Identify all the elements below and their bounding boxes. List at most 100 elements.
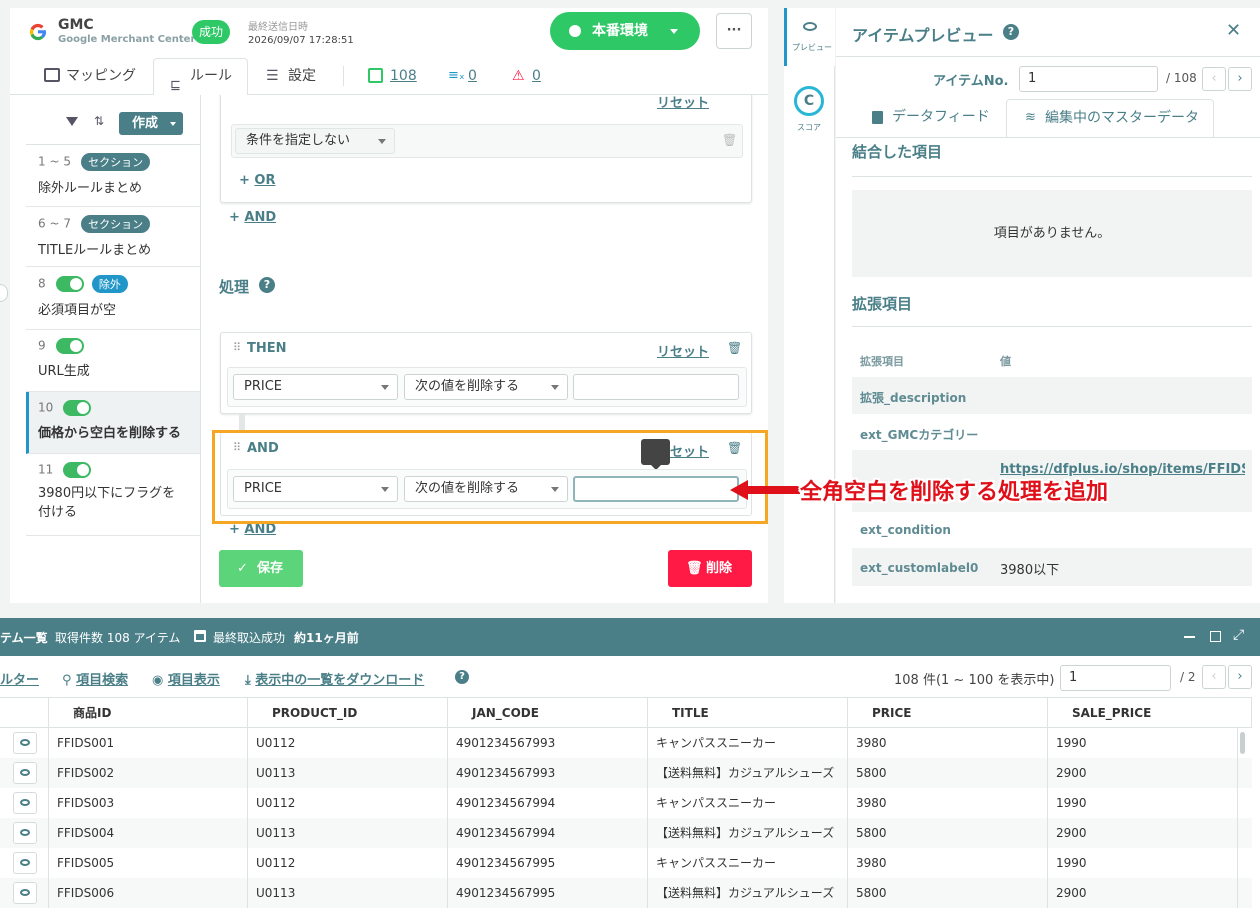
grid-header-cell[interactable]: SALE_PRICE <box>1048 698 1252 728</box>
preview-row-button[interactable] <box>13 822 37 844</box>
table-row[interactable]: FFIDS006 U0113 4901234567995 【送料無料】カジュアルシュー… <box>0 878 1252 908</box>
drag-handle-icon[interactable]: ⠿ <box>233 341 241 354</box>
grid-header-cell[interactable]: 商品ID <box>49 698 248 728</box>
rule-item-3[interactable]: 8 除外 必須項目が空 <box>26 267 200 330</box>
show-items-label: 項目表示 <box>167 673 220 688</box>
table-cell: 4901234567994 <box>448 818 648 848</box>
minimize-icon[interactable] <box>1184 636 1195 638</box>
help-icon[interactable]: ? <box>455 670 469 684</box>
trash-icon: 🗑 <box>686 561 703 576</box>
table-cell: 【送料無料】カジュアルシューズ <box>648 758 848 788</box>
tab-mapping-label: マッピング <box>66 68 136 84</box>
add-and-link-2[interactable]: + AND <box>229 522 276 537</box>
item-no-input[interactable]: 1 <box>1019 66 1158 92</box>
table-row[interactable]: FFIDS004 U0113 4901234567994 【送料無料】カジュアルシュー… <box>0 818 1252 848</box>
table-row[interactable]: FFIDS001 U0112 4901234567993 キャンパススニーカー 3980… <box>0 728 1252 758</box>
trash-icon[interactable]: 🗑 <box>727 341 742 355</box>
more-button[interactable]: ··· <box>716 13 752 49</box>
preview-row-button[interactable] <box>13 732 37 754</box>
rule-item-2[interactable]: 6 ~ 7 セクション TITLEルールまとめ <box>26 207 200 267</box>
table-row[interactable]: FFIDS005 U0112 4901234567995 キャンパススニーカー 3980… <box>0 848 1252 878</box>
field-select[interactable]: PRICE <box>233 374 398 400</box>
delete-button[interactable]: 🗑 削除 <box>668 550 752 587</box>
table-row[interactable]: FFIDS003 U0112 4901234567994 キャンパススニーカー 3980… <box>0 788 1252 818</box>
download-link[interactable]: ⤓ 表示中の一覧をダウンロード <box>245 669 424 688</box>
expand-icon[interactable]: ⤢ <box>1233 627 1244 643</box>
last-sent-label: 最終送信日時 <box>248 22 308 33</box>
table-cell: U0112 <box>248 848 448 878</box>
grid-header-cell[interactable]: TITLE <box>648 698 848 728</box>
tab-rule[interactable]: ⊑ ルール <box>153 58 248 95</box>
help-icon[interactable]: ? <box>1003 24 1019 40</box>
environment-button[interactable]: 本番環境 <box>550 12 700 50</box>
grid-header-cell[interactable]: PRICE <box>848 698 1048 728</box>
help-icon[interactable]: ? <box>259 277 275 293</box>
rail-preview-tab[interactable]: プレビュー <box>784 8 835 66</box>
rule-item-4[interactable]: 9 URL生成 <box>26 330 200 392</box>
prev-item-button[interactable]: ‹ <box>1202 67 1226 91</box>
next-item-button[interactable]: › <box>1228 67 1252 91</box>
table-cell: 1990 <box>1048 788 1238 818</box>
rail-score-tab[interactable]: C スコア <box>784 80 835 136</box>
condition-reset-link[interactable]: リセット <box>657 95 709 111</box>
filter-icon[interactable] <box>66 117 78 126</box>
preview-row-button[interactable] <box>13 762 37 784</box>
rule-enabled-toggle[interactable] <box>63 400 92 416</box>
table-cell: 4901234567993 <box>448 758 648 788</box>
search-items-link[interactable]: ⚲ 項目検索 <box>62 669 128 688</box>
sort-icon[interactable]: ⇅ <box>94 114 104 128</box>
restore-icon[interactable] <box>1210 631 1221 642</box>
preview-row-button[interactable] <box>13 792 37 814</box>
table-cell: キャンパススニーカー <box>648 788 848 818</box>
rule-enabled-toggle[interactable] <box>63 462 92 478</box>
empty-state-box: 項目がありません。 <box>852 190 1252 277</box>
then-row: PRICE 次の値を削除する <box>227 367 747 407</box>
rule-name: TITLEルールまとめ <box>38 243 152 258</box>
save-button[interactable]: ✓ 保存 <box>219 550 303 587</box>
value-input[interactable] <box>573 374 739 400</box>
tab-datafeed[interactable]: データフィード <box>852 100 1002 136</box>
add-and-link-1[interactable]: + AND <box>229 210 276 225</box>
table-cell: 2900 <box>1048 818 1238 848</box>
rule-enabled-toggle[interactable] <box>55 276 84 292</box>
rule-enabled-toggle[interactable] <box>55 338 84 354</box>
chevron-down-icon <box>378 139 386 144</box>
page-input[interactable]: 1 <box>1060 665 1171 691</box>
preview-row-button[interactable] <box>13 882 37 904</box>
rule-name: 除外ルールまとめ <box>38 181 143 196</box>
rule-item-6[interactable]: 11 3980円以下にフラグを付ける <box>26 454 200 536</box>
rule-item-1[interactable]: 1 ~ 5 セクション 除外ルールまとめ <box>26 145 200 207</box>
close-icon[interactable]: ✕ <box>1226 20 1241 41</box>
table-cell: FFIDS002 <box>49 758 248 788</box>
trash-icon[interactable]: 🗑 <box>722 133 737 147</box>
table-row[interactable]: FFIDS002 U0113 4901234567993 【送料無料】カジュアルシュー… <box>0 758 1252 788</box>
tab-settings[interactable]: ☰ 設定 <box>256 58 336 94</box>
add-or-label: OR <box>254 173 276 188</box>
prev-page-button[interactable]: ‹ <box>1202 665 1226 689</box>
grid-header-cell[interactable]: PRODUCT_ID <box>248 698 448 728</box>
add-or-link[interactable]: + OR <box>239 173 275 188</box>
filter-link[interactable]: ルター <box>0 669 39 688</box>
condition-select[interactable]: 条件を指定しない <box>235 128 395 154</box>
grid-header-cell[interactable]: JAN_CODE <box>448 698 648 728</box>
grid-header-row: 商品ID PRODUCT_ID JAN_CODE TITLE PRICE SAL… <box>0 698 1252 728</box>
rule-item-5-selected[interactable]: 10 価格から空白を削除する <box>26 392 200 454</box>
eye-icon <box>20 829 30 836</box>
then-reset-link[interactable]: リセット <box>657 341 709 360</box>
plus-icon: + <box>229 522 245 537</box>
item-count: 取得件数 108 アイテム <box>55 631 181 645</box>
environment-dot-icon <box>569 25 581 37</box>
download-icon: ⤓ <box>245 673 256 688</box>
grid-scrollbar[interactable] <box>1240 732 1245 754</box>
status-badge: 成功 <box>192 20 230 44</box>
preview-row-button[interactable] <box>13 852 37 874</box>
tab-master-data[interactable]: ≋ 編集中のマスターデータ <box>1006 99 1214 137</box>
action-select[interactable]: 次の値を削除する <box>404 374 568 400</box>
rule-number: 6 ~ 7 <box>38 216 71 231</box>
tab-mapping[interactable]: マッピング <box>34 58 146 94</box>
collapse-handle[interactable] <box>0 284 8 302</box>
create-rule-button[interactable]: 作成 <box>119 112 183 135</box>
next-page-button[interactable]: › <box>1228 665 1252 689</box>
show-items-link[interactable]: ◉ 項目表示 <box>152 669 220 688</box>
rule-icon: ⊑ <box>170 78 181 93</box>
